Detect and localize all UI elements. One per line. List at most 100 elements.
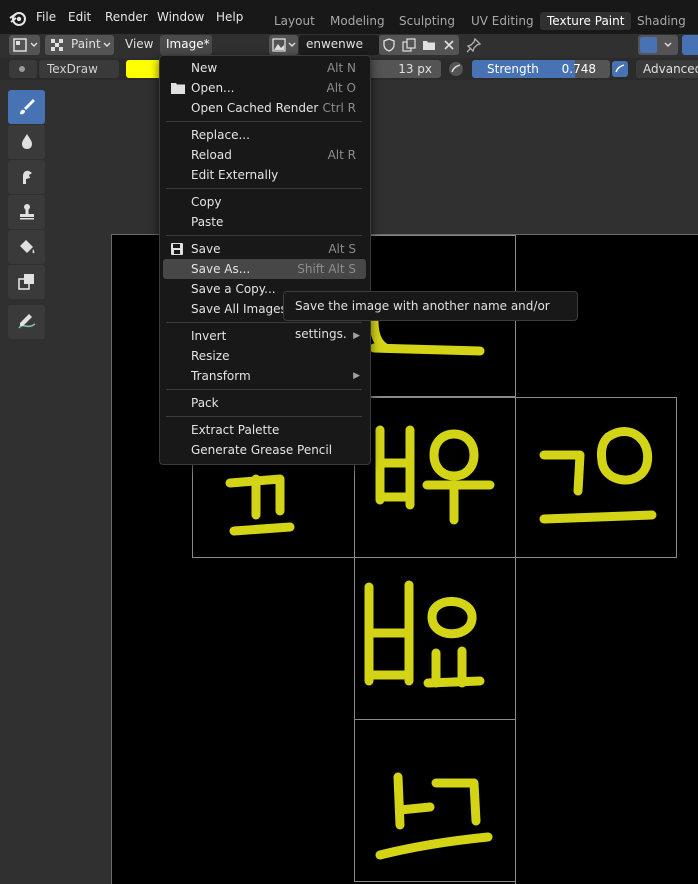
image-browse-button[interactable] (269, 35, 298, 55)
chevron-down-icon (30, 42, 38, 47)
image-menu[interactable]: Image* (160, 35, 212, 55)
blender-logo-icon[interactable] (9, 9, 27, 27)
strength-value: 0.748 (561, 62, 596, 76)
view-menu[interactable]: View (125, 37, 153, 51)
image-actions (379, 35, 459, 55)
menu-item-save[interactable]: Save Alt S (163, 239, 366, 259)
paint-mode-icon (51, 39, 63, 51)
top-bar: File Edit Render Window Help Layout Mode… (0, 0, 698, 34)
menu-item-shortcut: Ctrl R (322, 101, 356, 115)
menu-item-replace[interactable]: Replace... (163, 125, 366, 145)
menu-item-shortcut: Alt S (328, 242, 356, 256)
mode-selector[interactable]: Paint (45, 35, 114, 55)
menu-item-open[interactable]: Open... Alt O (163, 78, 366, 98)
menu-item-generate-grease-pencil[interactable]: Generate Grease Pencil (163, 440, 366, 460)
close-icon[interactable] (442, 38, 456, 52)
menu-item-shortcut: Alt N (326, 61, 356, 75)
menu-item-label: Copy (191, 195, 222, 209)
menu-item-label: Save As... (191, 262, 251, 276)
tooltip: Save the image with another name and/or … (283, 291, 578, 341)
menu-item-label: New (191, 61, 218, 75)
menu-item-reload[interactable]: Reload Alt R (163, 145, 366, 165)
fill-bucket-icon (20, 240, 35, 254)
menu-separator (166, 188, 362, 189)
brush-preview-icon[interactable] (9, 60, 37, 78)
pin-icon[interactable] (466, 37, 482, 53)
folder-icon[interactable] (422, 38, 436, 52)
menu-separator (166, 235, 362, 236)
tool-clone[interactable] (8, 195, 45, 229)
advanced-dropdown[interactable]: Advanced (636, 60, 698, 78)
menu-separator (166, 121, 362, 122)
advanced-label: Advanced (643, 62, 698, 76)
menu-item-label: Replace... (191, 128, 250, 142)
strength-slider[interactable]: Strength 0.748 (472, 60, 610, 78)
folder-open-icon (171, 83, 185, 94)
menu-item-shortcut: Alt O (326, 81, 356, 95)
menu-item-label: Save All Images (191, 302, 287, 316)
tab-texture-paint[interactable]: Texture Paint (540, 12, 632, 30)
image-editor-icon (13, 38, 27, 52)
menu-item-shortcut: Alt R (327, 148, 356, 162)
tool-annotate[interactable] (8, 305, 45, 339)
gizmo-button[interactable] (638, 35, 678, 55)
image-name-field[interactable]: enwenwe (299, 35, 379, 55)
brush-name-field[interactable]: TexDraw (39, 60, 119, 78)
tab-sculpting[interactable]: Sculpting (392, 12, 462, 30)
menu-separator (166, 416, 362, 417)
brush-name-value: TexDraw (47, 62, 98, 76)
shield-icon[interactable] (382, 38, 396, 52)
menu-item-shortcut: Shift Alt S (297, 262, 356, 276)
strength-label: Strength (487, 62, 539, 76)
menu-item-label: Transform (191, 369, 251, 383)
editor-type-button[interactable] (9, 35, 40, 55)
save-icon (171, 243, 183, 255)
radius-field[interactable]: 13 px (369, 60, 441, 78)
menu-item-paste[interactable]: Paste (163, 212, 366, 232)
menu-item-copy[interactable]: Copy (163, 192, 366, 212)
menu-item-extract-palette[interactable]: Extract Palette (163, 420, 366, 440)
brush-icon (20, 99, 35, 115)
menu-separator (166, 389, 362, 390)
menu-item-open-cached-render[interactable]: Open Cached Render Ctrl R (163, 98, 366, 118)
tab-layout[interactable]: Layout (267, 12, 322, 30)
menu-item-label: Generate Grease Pencil (191, 443, 333, 457)
menu-item-label: Open Cached Render (191, 101, 319, 115)
menu-render[interactable]: Render (105, 10, 148, 24)
menu-item-label: Open... (191, 81, 235, 95)
overlay-toggle[interactable] (682, 35, 698, 55)
radius-value: 13 px (398, 62, 432, 76)
menu-item-resize[interactable]: Resize (163, 346, 366, 366)
menu-item-transform[interactable]: Transform ▶ (163, 366, 366, 386)
menu-item-edit-externally[interactable]: Edit Externally (163, 165, 366, 185)
menu-edit[interactable]: Edit (68, 10, 91, 24)
menu-item-save-as[interactable]: Save As... Shift Alt S (163, 259, 366, 279)
tab-modeling[interactable]: Modeling (323, 12, 392, 30)
menu-item-label: Extract Palette (191, 423, 280, 437)
tab-uv-editing[interactable]: UV Editing (464, 12, 541, 30)
menu-help[interactable]: Help (216, 10, 243, 24)
brush-icon (19, 66, 25, 72)
menu-file[interactable]: File (36, 10, 56, 24)
tool-fill[interactable] (8, 230, 45, 264)
menu-item-label: Pack (191, 396, 219, 410)
menu-item-pack[interactable]: Pack (163, 393, 366, 413)
tab-shading[interactable]: Shading (630, 12, 693, 30)
menu-item-label: Invert (191, 329, 227, 343)
clone-stamp-icon (20, 204, 34, 220)
menu-item-label: Reload (191, 148, 232, 162)
menu-item-new[interactable]: New Alt N (163, 58, 366, 78)
strength-pressure-icon[interactable] (612, 61, 628, 77)
brush-color-swatch[interactable] (126, 60, 159, 78)
duplicate-icon[interactable] (402, 38, 416, 52)
pressure-toggle-icon[interactable] (448, 61, 464, 77)
chevron-down-icon (288, 42, 296, 47)
drop-icon (22, 134, 32, 149)
menu-window[interactable]: Window (157, 10, 204, 24)
tool-smear[interactable] (8, 160, 45, 194)
tool-mask[interactable] (8, 265, 45, 299)
tool-draw[interactable] (8, 90, 45, 124)
tool-soften[interactable] (8, 125, 45, 159)
menu-item-label: Save a Copy... (191, 282, 276, 296)
image-dropdown-menu: New Alt N Open... Alt O Open Cached Rend… (159, 55, 371, 465)
